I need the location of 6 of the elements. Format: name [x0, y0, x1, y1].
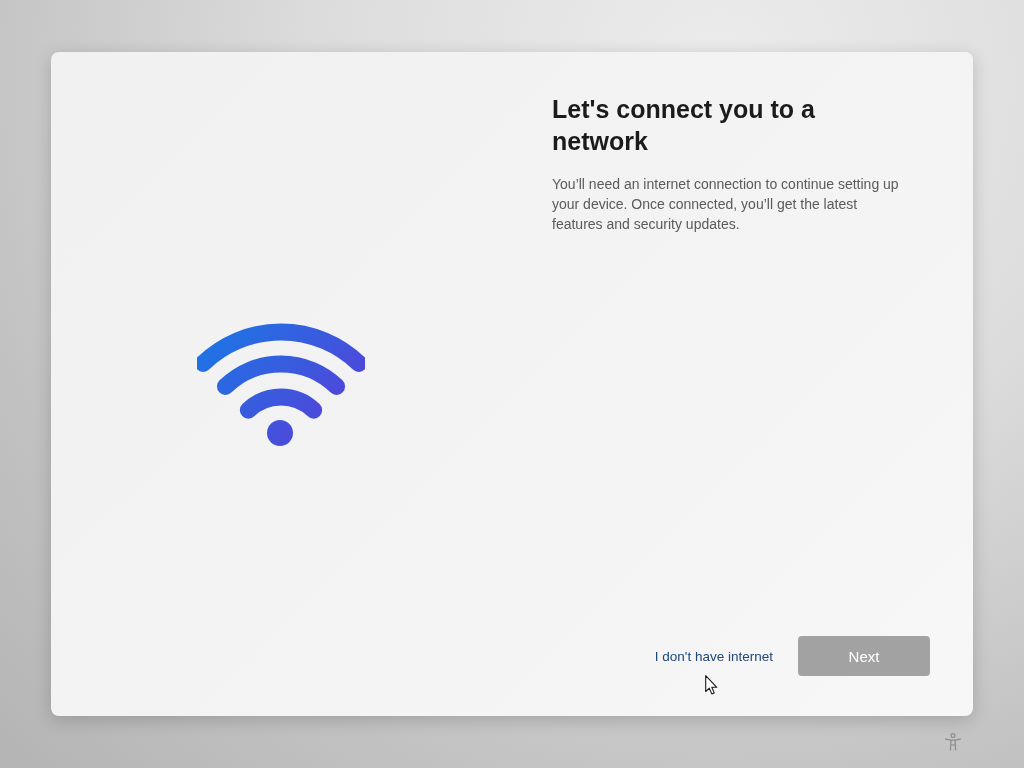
accessibility-icon[interactable]	[944, 733, 962, 751]
page-title: Let's connect you to a network	[552, 94, 816, 157]
description-text: You’ll need an internet connection to continue setting up your device. Once connected, you’ll get the latest features and security updates.	[552, 175, 900, 234]
mouse-pointer-icon	[705, 675, 718, 695]
no-internet-link[interactable]: I don't have internet	[654, 648, 773, 664]
wifi-icon	[197, 321, 365, 449]
